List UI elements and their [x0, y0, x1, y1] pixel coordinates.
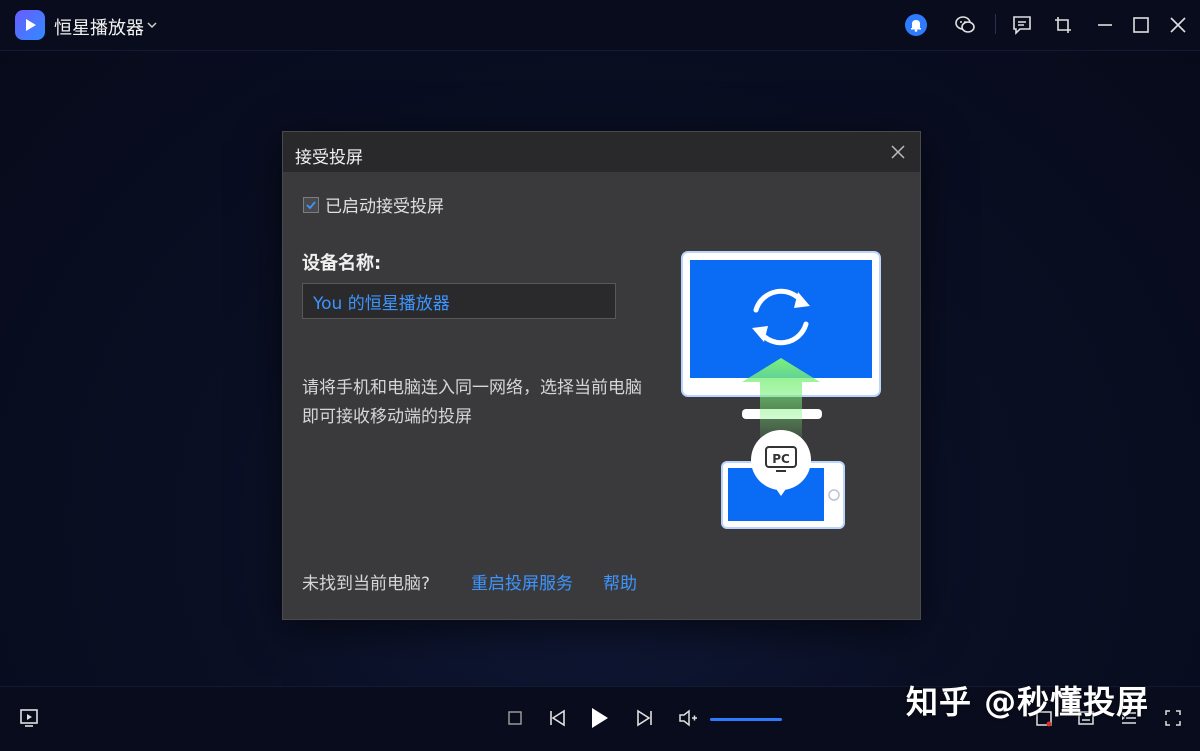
- close-icon[interactable]: [888, 142, 908, 162]
- restart-service-link[interactable]: 重启投屏服务: [471, 569, 573, 594]
- mini-mode-icon[interactable]: [1050, 12, 1076, 38]
- maximize-icon[interactable]: [1128, 12, 1154, 38]
- pc-badge-text: PC: [772, 452, 790, 466]
- toolbar-divider: [995, 14, 996, 34]
- enable-cast-checkbox[interactable]: [303, 196, 319, 213]
- device-name-label: 设备名称:: [302, 253, 382, 274]
- cast-illustration: PC: [680, 250, 886, 532]
- minimize-icon[interactable]: [1092, 12, 1118, 38]
- app-title[interactable]: 恒星播放器: [54, 14, 144, 40]
- not-found-question: 未找到当前电脑?: [302, 574, 431, 594]
- title-bar: 恒星播放器: [0, 0, 1200, 51]
- volume-icon[interactable]: [675, 705, 701, 731]
- volume-slider[interactable]: [710, 718, 782, 721]
- screen-cast-icon[interactable]: [16, 705, 42, 731]
- checkmark-icon: [306, 200, 316, 209]
- play-icon[interactable]: [586, 705, 612, 731]
- app-logo-icon[interactable]: [15, 10, 45, 40]
- dialog-header: 接受投屏: [283, 132, 920, 172]
- device-name-input[interactable]: [302, 283, 616, 319]
- watermark-text: 知乎 @秒懂投屏: [906, 683, 1150, 721]
- instruction-text: 请将手机和电脑连入同一网络，选择当前电脑即可接收移动端的投屏: [302, 378, 642, 427]
- enable-cast-label[interactable]: 已启动接受投屏: [325, 192, 444, 217]
- chevron-down-icon[interactable]: [146, 16, 158, 35]
- feedback-icon[interactable]: [1009, 12, 1035, 38]
- wechat-icon[interactable]: [952, 12, 978, 38]
- help-link[interactable]: 帮助: [603, 569, 637, 594]
- screen-cast-dialog: 接受投屏 已启动接受投屏 设备名称: 请将手机和电脑连入同一网络，选择当前电脑即…: [282, 131, 921, 620]
- next-icon[interactable]: [632, 705, 658, 731]
- enable-cast-checkbox-row[interactable]: 已启动接受投屏: [303, 192, 444, 217]
- notification-bell-icon[interactable]: [903, 12, 929, 38]
- fullscreen-icon[interactable]: [1160, 705, 1186, 731]
- close-window-icon[interactable]: [1165, 12, 1191, 38]
- dialog-title: 接受投屏: [295, 148, 363, 168]
- stop-icon[interactable]: [502, 705, 528, 731]
- previous-icon[interactable]: [544, 705, 570, 731]
